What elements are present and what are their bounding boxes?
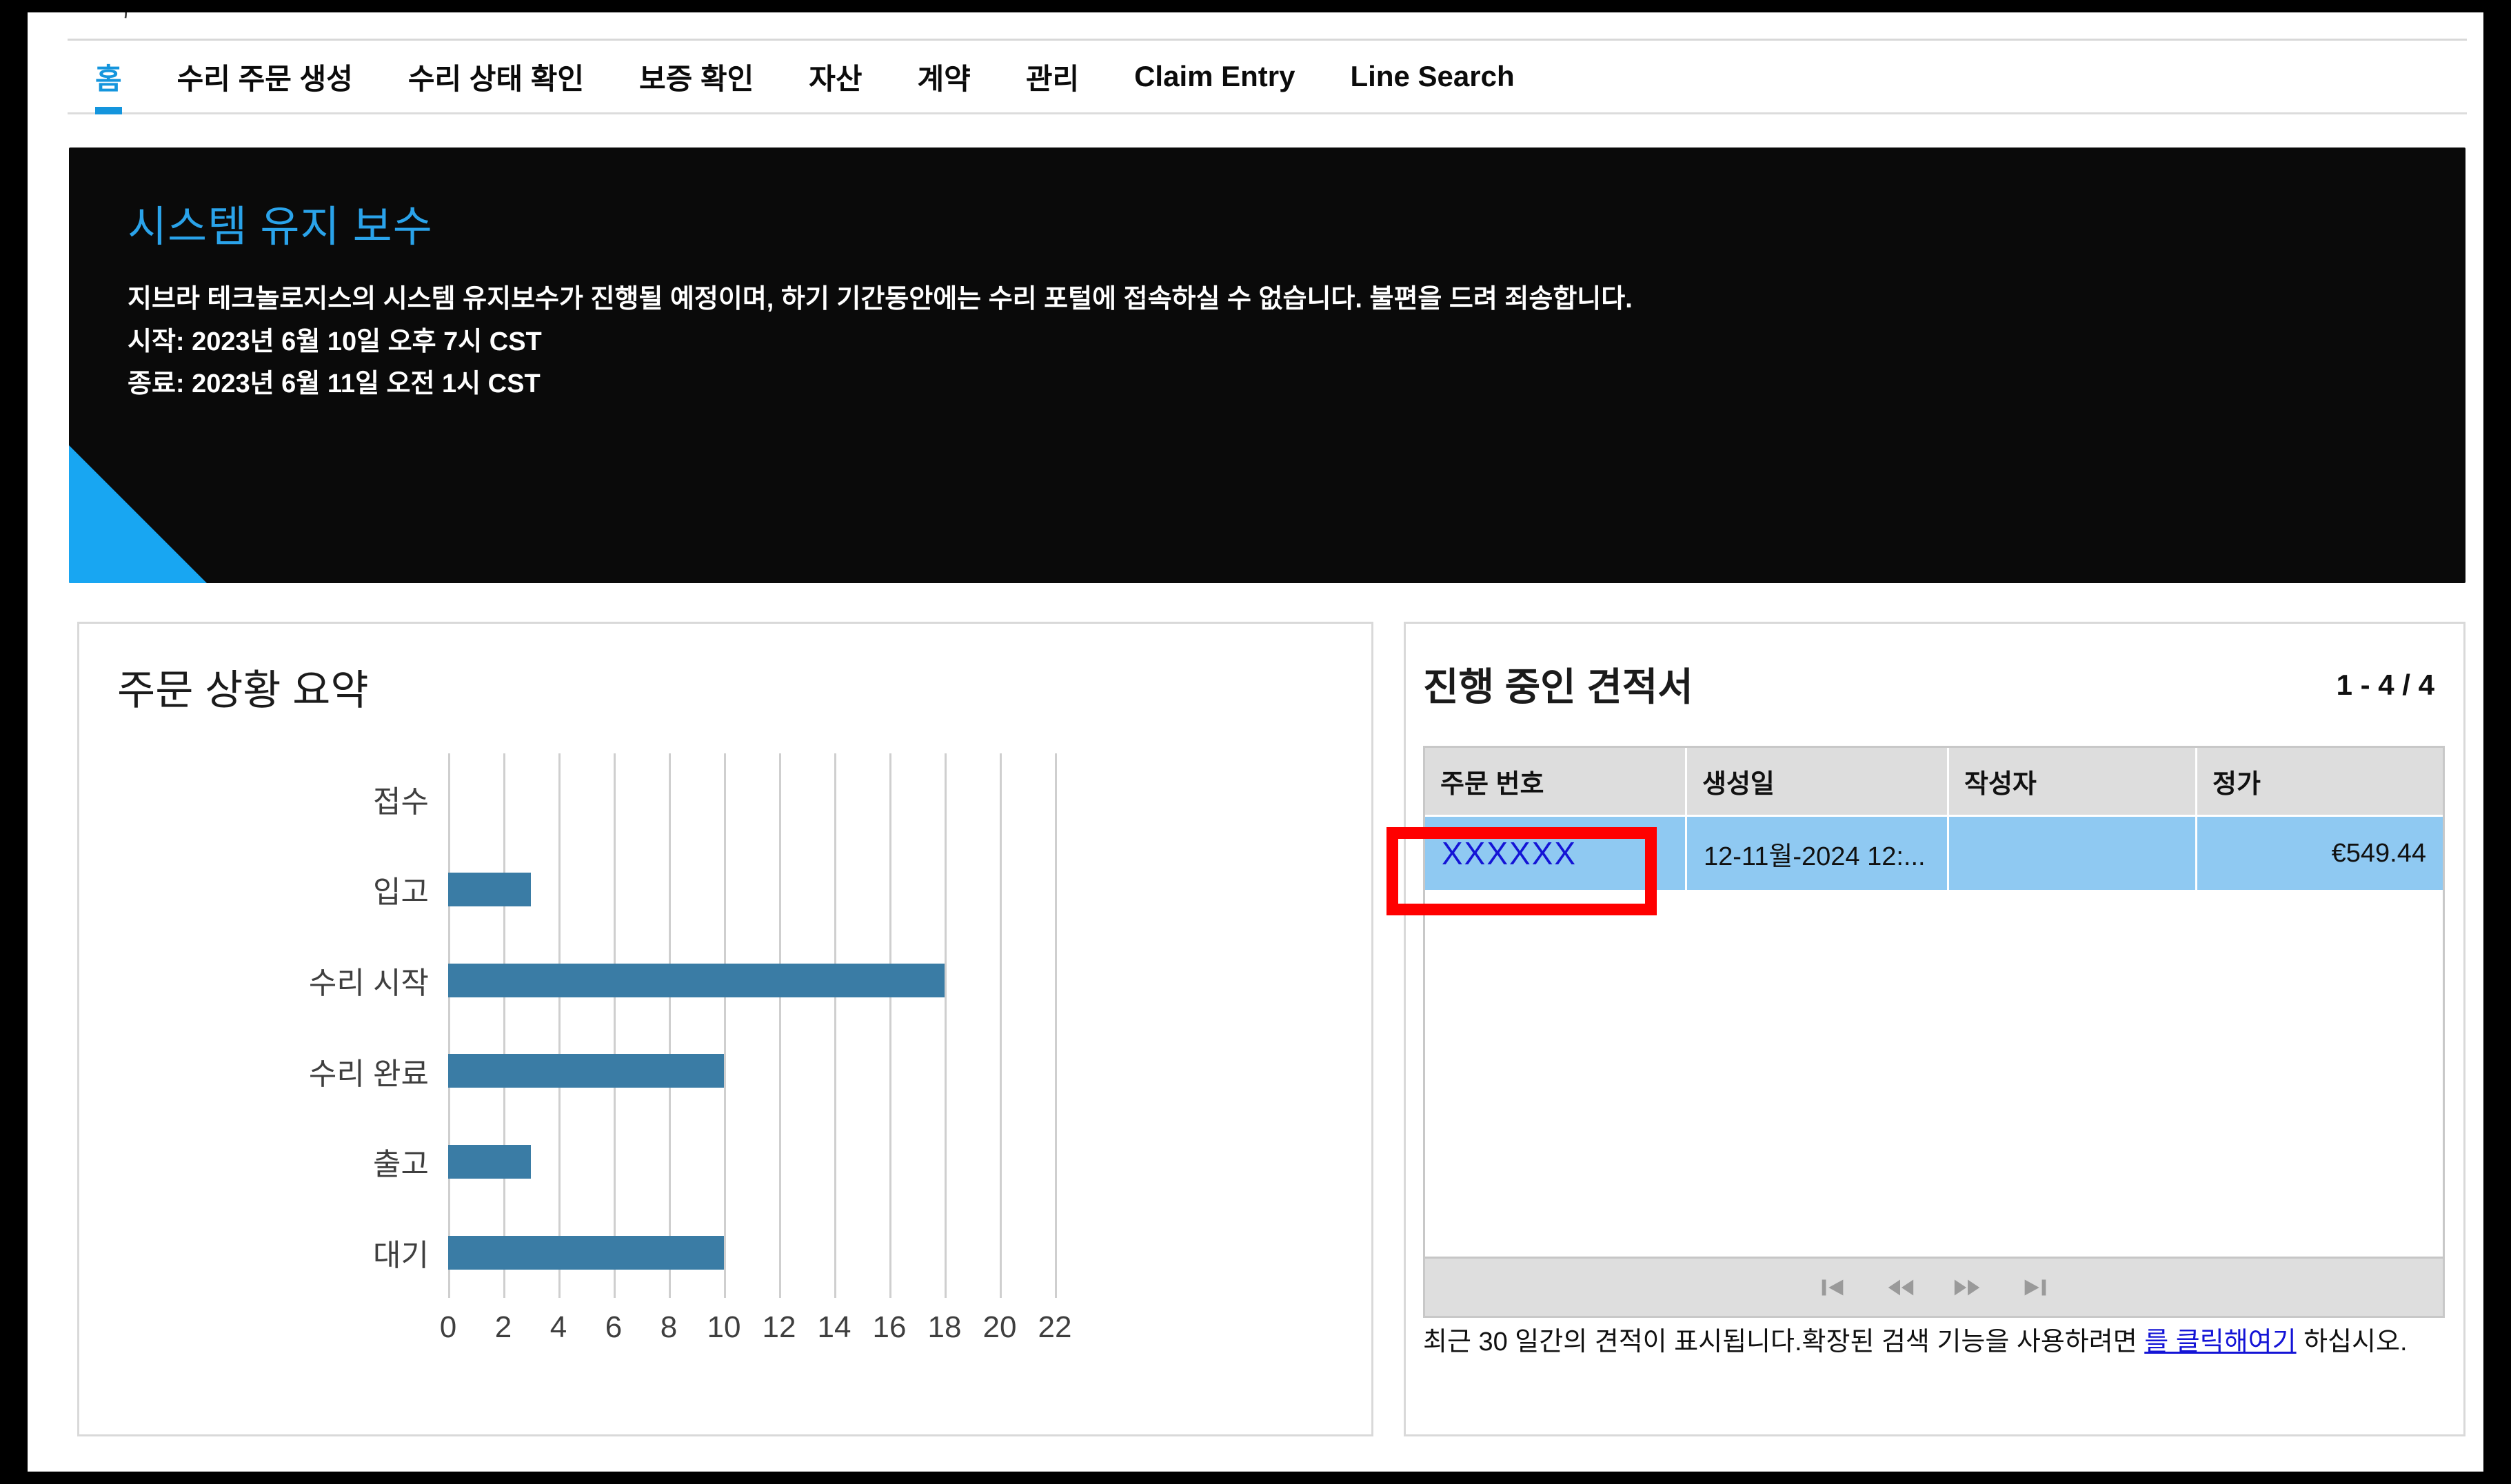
clipped-top-glyph: ᄀ: [109, 12, 131, 33]
nav-item-create-repair-order-label: 수리 주문 생성: [177, 62, 353, 95]
chart-x-tick-label: 10: [707, 1310, 741, 1344]
first-page-icon[interactable]: [1817, 1272, 1848, 1303]
chart-x-tick-label: 4: [549, 1310, 567, 1344]
order-number-link[interactable]: XXXXXX: [1442, 835, 1577, 872]
banner-title: 시스템 유지 보수: [128, 203, 433, 251]
chart-category-label: 출고: [373, 1148, 429, 1182]
chart-x-tick-label: 22: [1038, 1310, 1072, 1344]
chart-x-tick-label: 0: [439, 1310, 457, 1344]
column-header-list-price[interactable]: 정가: [2197, 748, 2443, 815]
chart-category-row: 수리 완료: [309, 1026, 1055, 1117]
chart-x-tick-label: 16: [872, 1310, 907, 1344]
nav-item-warranty-check[interactable]: 보증 확인: [612, 41, 781, 112]
order-status-bar-chart: 접수입고수리 시작수리 완료출고대기 0 2 4 6 8 10 12 14 16 18 20 22: [117, 741, 1331, 1382]
chart-x-tick-label: 12: [762, 1310, 796, 1344]
banner-body: 지브라 테크놀로지스의 시스템 유지보수가 진행될 예정이며, 하기 기간동안에…: [128, 278, 1633, 406]
prev-page-icon[interactable]: [1884, 1272, 1916, 1303]
table-header-row: 주문 번호 생성일 작성자 정가: [1425, 748, 2443, 817]
banner-line-2: 시작: 2023년 6월 10일 오후 7시 CST: [128, 327, 542, 356]
nav-item-admin-label: 관리: [1025, 62, 1080, 95]
open-quotes-table: 주문 번호 생성일 작성자 정가 XXXXXX 12-11월-2024 12:.…: [1423, 746, 2445, 1318]
chart-x-tick-label: 20: [982, 1310, 1017, 1344]
nav-item-check-repair-status[interactable]: 수리 상태 확인: [381, 41, 612, 112]
column-header-author[interactable]: 작성자: [1949, 748, 2197, 815]
chart-x-tick-label: 6: [605, 1310, 623, 1344]
open-quotes-card: 진행 중인 견적서 1 - 4 / 4 주문 번호 생성일 작성자 정가 XXX…: [1404, 622, 2465, 1436]
chart-x-tick-label: 14: [817, 1310, 851, 1344]
chart-bar[interactable]: [448, 1054, 724, 1088]
chart-category-label: 입고: [373, 875, 429, 910]
nav-item-home-label: 홈: [95, 62, 122, 95]
nav-item-contracts-label: 계약: [917, 62, 971, 95]
cell-author: [1949, 817, 2197, 890]
browser-page: ᄀ 홈 수리 주문 생성 수리 상태 확인 보증 확인 자산 계약 관리 Cla…: [28, 12, 2483, 1472]
open-quotes-note: 최근 30 일간의 견적이 표시됩니다.확장된 검색 기능을 사용하려면 를 클…: [1423, 1326, 2457, 1358]
last-page-icon[interactable]: [2019, 1272, 2051, 1303]
chart-bar[interactable]: [448, 963, 945, 997]
main-navigation: 홈 수리 주문 생성 수리 상태 확인 보증 확인 자산 계약 관리 Claim…: [68, 39, 2467, 114]
nav-item-warranty-check-label: 보증 확인: [639, 62, 754, 95]
banner-line-3: 종료: 2023년 6월 11일 오전 1시 CST: [128, 369, 541, 399]
chart-bar[interactable]: [448, 872, 531, 906]
chart-category-row: 수리 시작: [309, 935, 1055, 1026]
chart-plot-area: 접수입고수리 시작수리 완료출고대기: [309, 753, 1057, 1298]
nav-item-assets[interactable]: 자산: [781, 41, 889, 112]
chart-category-row: 입고: [373, 844, 1055, 935]
order-status-summary-card: 주문 상황 요약 접수입고수리 시작수리 완료출고대기 0 2 4 6 8 10 12 14 1…: [77, 622, 1373, 1436]
nav-item-create-repair-order[interactable]: 수리 주문 생성: [150, 41, 381, 112]
banner-line-1: 지브라 테크놀로지스의 시스템 유지보수가 진행될 예정이며, 하기 기간동안에…: [128, 285, 1633, 314]
chart-category-label: 접수: [373, 784, 429, 819]
open-quotes-note-text-1: 최근 30 일간의 견적이 표시됩니다.확장된 검색 기능을 사용하려면: [1423, 1328, 2145, 1356]
nav-item-line-search[interactable]: Line Search: [1323, 41, 1542, 112]
column-header-created-date[interactable]: 생성일: [1687, 748, 1949, 815]
banner-corner-accent: [69, 445, 207, 583]
chart-x-tick-label: 2: [494, 1310, 512, 1344]
nav-item-claim-entry-label: Claim Entry: [1134, 60, 1295, 92]
chart-category-label: 대기: [373, 1239, 429, 1273]
chart-category-row: 접수: [373, 753, 1055, 844]
cell-order-number[interactable]: XXXXXX: [1425, 817, 1687, 890]
chart-bar[interactable]: [448, 1144, 531, 1179]
chart-x-tick-label: 18: [927, 1310, 962, 1344]
nav-item-claim-entry[interactable]: Claim Entry: [1107, 41, 1322, 112]
screenshot-root: ᄀ 홈 수리 주문 생성 수리 상태 확인 보증 확인 자산 계약 관리 Cla…: [0, 0, 2511, 1484]
cell-list-price: €549.44: [2331, 838, 2426, 868]
open-quotes-title: 진행 중인 견적서: [1423, 665, 1693, 709]
chart-gridline: [1055, 753, 1057, 1298]
next-page-icon[interactable]: [1952, 1272, 1984, 1303]
table-empty-space: [1425, 890, 2443, 1234]
maintenance-banner: 시스템 유지 보수 지브라 테크놀로지스의 시스템 유지보수가 진행될 예정이며…: [69, 148, 2465, 583]
chart-x-axis: 0 2 4 6 8 10 12 14 16 18 20 22: [440, 1310, 1072, 1365]
table-row[interactable]: XXXXXX 12-11월-2024 12:... €549.44: [1425, 817, 2443, 890]
open-quotes-paging-count: 1 - 4 / 4: [2336, 669, 2434, 701]
nav-item-admin[interactable]: 관리: [998, 41, 1107, 112]
chart-category-row: 출고: [373, 1117, 1055, 1208]
nav-item-check-repair-status-label: 수리 상태 확인: [407, 62, 585, 95]
order-status-summary-title: 주문 상황 요약: [117, 667, 369, 713]
chart-category-label: 수리 시작: [308, 966, 429, 1001]
nav-item-contracts[interactable]: 계약: [890, 41, 998, 112]
open-quotes-note-text-2: 하십시오.: [2296, 1328, 2408, 1356]
chart-category-row: 대기: [373, 1207, 1055, 1298]
nav-item-assets-label: 자산: [809, 62, 863, 95]
chart-bar[interactable]: [448, 1235, 724, 1270]
nav-item-line-search-label: Line Search: [1350, 60, 1515, 92]
column-header-order-number[interactable]: 주문 번호: [1425, 748, 1687, 815]
chart-category-label: 수리 완료: [308, 1057, 429, 1091]
extended-search-link[interactable]: 를 클릭해여기: [2144, 1328, 2296, 1356]
table-pagination: [1425, 1257, 2443, 1316]
chart-x-tick-label: 8: [660, 1310, 678, 1344]
nav-item-home[interactable]: 홈: [68, 41, 150, 114]
cell-created-date: 12-11월-2024 12:...: [1687, 817, 1949, 890]
